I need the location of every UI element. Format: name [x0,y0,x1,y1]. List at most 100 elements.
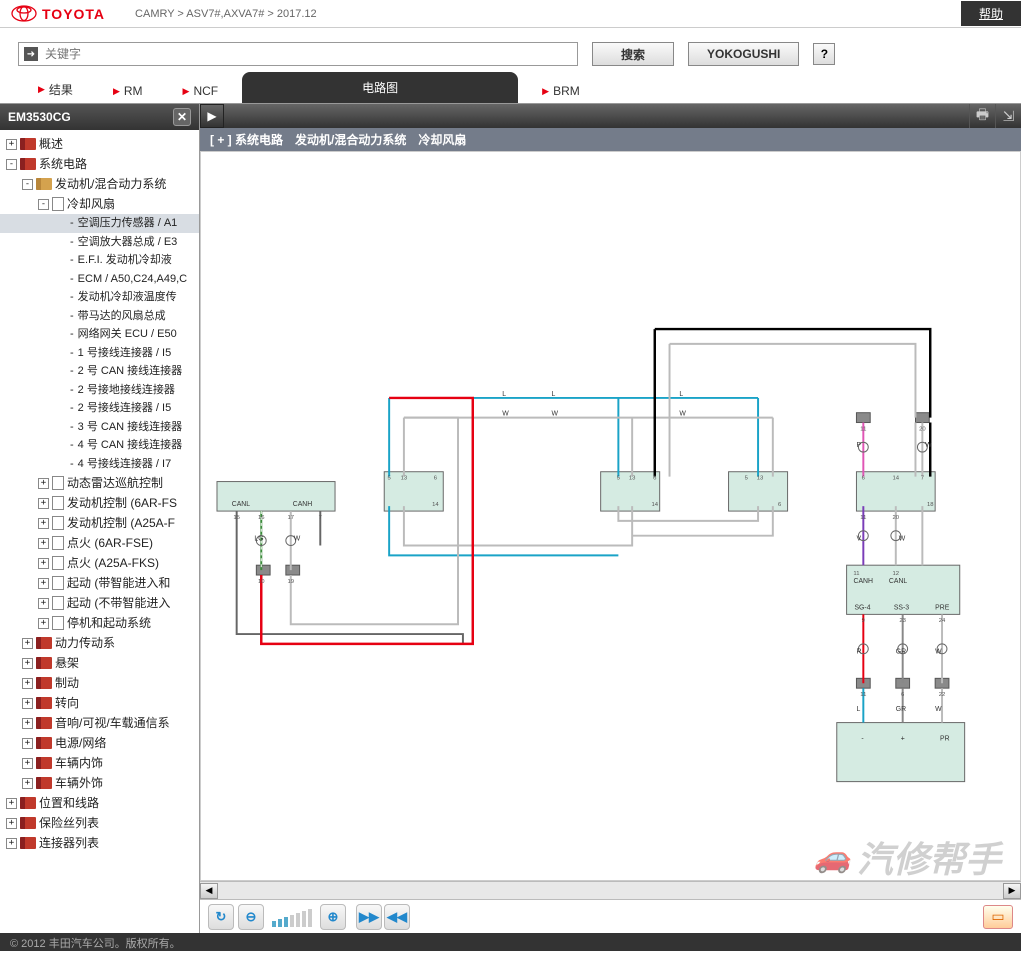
tree-leaf[interactable]: -2 号 CAN 接线连接器 [0,362,199,381]
tree-node-engine-hybrid[interactable]: -发动机/混合动力系统 [0,174,199,194]
expand-icon[interactable]: + [38,538,49,549]
search-button[interactable]: 搜索 [592,42,674,66]
tree-leaf[interactable]: -发动机冷却液温度传 [0,288,199,307]
book-icon [36,777,52,789]
expand-icon[interactable]: + [38,478,49,489]
search-help-icon[interactable]: ? [813,43,835,65]
tree-node[interactable]: +动力传动系 [0,633,199,653]
tree-leaf[interactable]: -1 号接线连接器 / I5 [0,344,199,363]
help-link[interactable]: 帮助 [961,1,1021,26]
tree-node[interactable]: +音响/可视/车载通信系 [0,713,199,733]
tree-node[interactable]: +悬架 [0,653,199,673]
expand-icon[interactable]: + [22,698,33,709]
zoom-level-indicator[interactable] [268,907,316,927]
tree-leaf[interactable]: -E.F.I. 发动机冷却液 [0,251,199,270]
content-area: ▶ 🖶 ⇲ [ + ] 系统电路 发动机/混合动力系统 冷却风扇 [200,104,1021,933]
horizontal-scrollbar[interactable]: ◀ ▶ [200,881,1021,899]
expand-icon[interactable]: + [38,618,49,629]
collapse-icon[interactable]: - [6,159,17,170]
diagram-toolbar: ↻ ⊖ ⊕ ▶▶ ◀◀ ▭ [200,899,1021,933]
next-page-icon[interactable]: ▶▶ [356,904,382,930]
expand-icon[interactable]: + [38,518,49,529]
svg-text:P: P [856,442,861,449]
page-icon [52,616,64,630]
scroll-left-icon[interactable]: ◀ [200,883,218,899]
expand-icon[interactable]: + [22,738,33,749]
tree-node[interactable]: +电源/网络 [0,733,199,753]
tree-leaf[interactable]: -4 号接线连接器 / I7 [0,455,199,474]
search-input[interactable] [18,42,578,66]
tree-node[interactable]: +发动机控制 (6AR-FS [0,493,199,513]
tree-node-overview[interactable]: +概述 [0,134,199,154]
tree-node[interactable]: +车辆外饰 [0,773,199,793]
wiring-diagram[interactable]: 1516177 513614 513614 5136 614718 1120 1… [200,151,1021,881]
tree-leaf[interactable]: -2 号接线连接器 / I5 [0,399,199,418]
tree-leaf[interactable]: -2 号接地接线连接器 [0,381,199,400]
expand-icon[interactable]: + [6,798,17,809]
tree-node[interactable]: +点火 (6AR-FSE) [0,533,199,553]
tree-node[interactable]: +点火 (A25A-FKS) [0,553,199,573]
tree-node[interactable]: +停机和起动系统 [0,613,199,633]
tab-rm[interactable]: ▶RM [93,79,163,103]
zoom-out-icon[interactable]: ⊖ [238,904,264,930]
expand-icon[interactable]: + [22,778,33,789]
refresh-icon[interactable]: ↻ [208,904,234,930]
tab-circuit-diagram[interactable]: 电路图 [242,72,518,103]
tree-node[interactable]: +起动 (不带智能进入 [0,593,199,613]
tree-node[interactable]: +制动 [0,673,199,693]
tab-label: BRM [553,84,580,98]
tree-node-sys-circuit[interactable]: -系统电路 [0,154,199,174]
tree-leaf[interactable]: -4 号 CAN 接线连接器 [0,436,199,455]
tab-brm[interactable]: ▶BRM [522,79,600,103]
tree-leaf[interactable]: -3 号 CAN 接线连接器 [0,418,199,437]
scroll-right-icon[interactable]: ▶ [1003,883,1021,899]
expand-icon[interactable]: + [38,598,49,609]
page-icon [52,596,64,610]
tree-leaf[interactable]: -ECM / A50,C24,A49,C [0,270,199,289]
tree-node[interactable]: +保险丝列表 [0,813,199,833]
tree-node[interactable]: +起动 (带智能进入和 [0,573,199,593]
expand-icon[interactable]: + [38,498,49,509]
tree-node[interactable]: +连接器列表 [0,833,199,853]
expand-icon[interactable]: + [6,838,17,849]
expand-icon[interactable]: + [22,678,33,689]
tree-node[interactable]: +发动机控制 (A25A-F [0,513,199,533]
tree-node-cooling-fan[interactable]: -冷却风扇 [0,194,199,214]
search-arrow-icon[interactable]: ➜ [24,47,38,61]
tree-leaf[interactable]: -带马达的风扇总成 [0,307,199,326]
expand-icon[interactable]: + [6,139,17,150]
svg-text:9: 9 [862,618,865,624]
print-icon[interactable]: 🖶 [969,104,995,128]
collapse-icon[interactable]: - [22,179,33,190]
expand-icon[interactable]: + [38,558,49,569]
expand-icon[interactable]: + [22,758,33,769]
collapse-icon[interactable]: - [38,199,49,210]
tree-node[interactable]: +位置和线路 [0,793,199,813]
expand-icon[interactable]: + [6,818,17,829]
tree-leaf[interactable]: -网络网关 ECU / E50 [0,325,199,344]
play-button[interactable]: ▶ [200,104,224,128]
tree-node[interactable]: +车辆内饰 [0,753,199,773]
tab-results[interactable]: ▶结果 [18,76,93,103]
yokogushi-button[interactable]: YOKOGUSHI [688,42,799,66]
expand-icon[interactable]: + [22,658,33,669]
presentation-icon[interactable]: ▭ [983,905,1013,929]
prev-page-icon[interactable]: ◀◀ [384,904,410,930]
expand-icon[interactable]: + [22,638,33,649]
close-icon[interactable]: ✕ [173,108,191,126]
zoom-in-icon[interactable]: ⊕ [320,904,346,930]
svg-text:20: 20 [893,515,900,521]
tree-node[interactable]: +动态雷达巡航控制 [0,473,199,493]
sidebar-title: EM3530CG [8,110,71,124]
export-icon[interactable]: ⇲ [995,104,1021,128]
tab-ncf[interactable]: ▶NCF [163,79,239,103]
brand-text: TOYOTA [42,6,105,22]
expand-icon[interactable]: + [38,578,49,589]
tree-node[interactable]: +转向 [0,693,199,713]
tree-leaf-ac-pressure[interactable]: -空调压力传感器 / A1 [0,214,199,233]
nav-tree[interactable]: +概述 -系统电路 -发动机/混合动力系统 -冷却风扇 -空调压力传感器 / A… [0,130,199,933]
tree-leaf[interactable]: -空调放大器总成 / E3 [0,233,199,252]
expand-icon[interactable]: + [22,718,33,729]
book-icon [36,757,52,769]
svg-text:W: W [294,536,301,543]
